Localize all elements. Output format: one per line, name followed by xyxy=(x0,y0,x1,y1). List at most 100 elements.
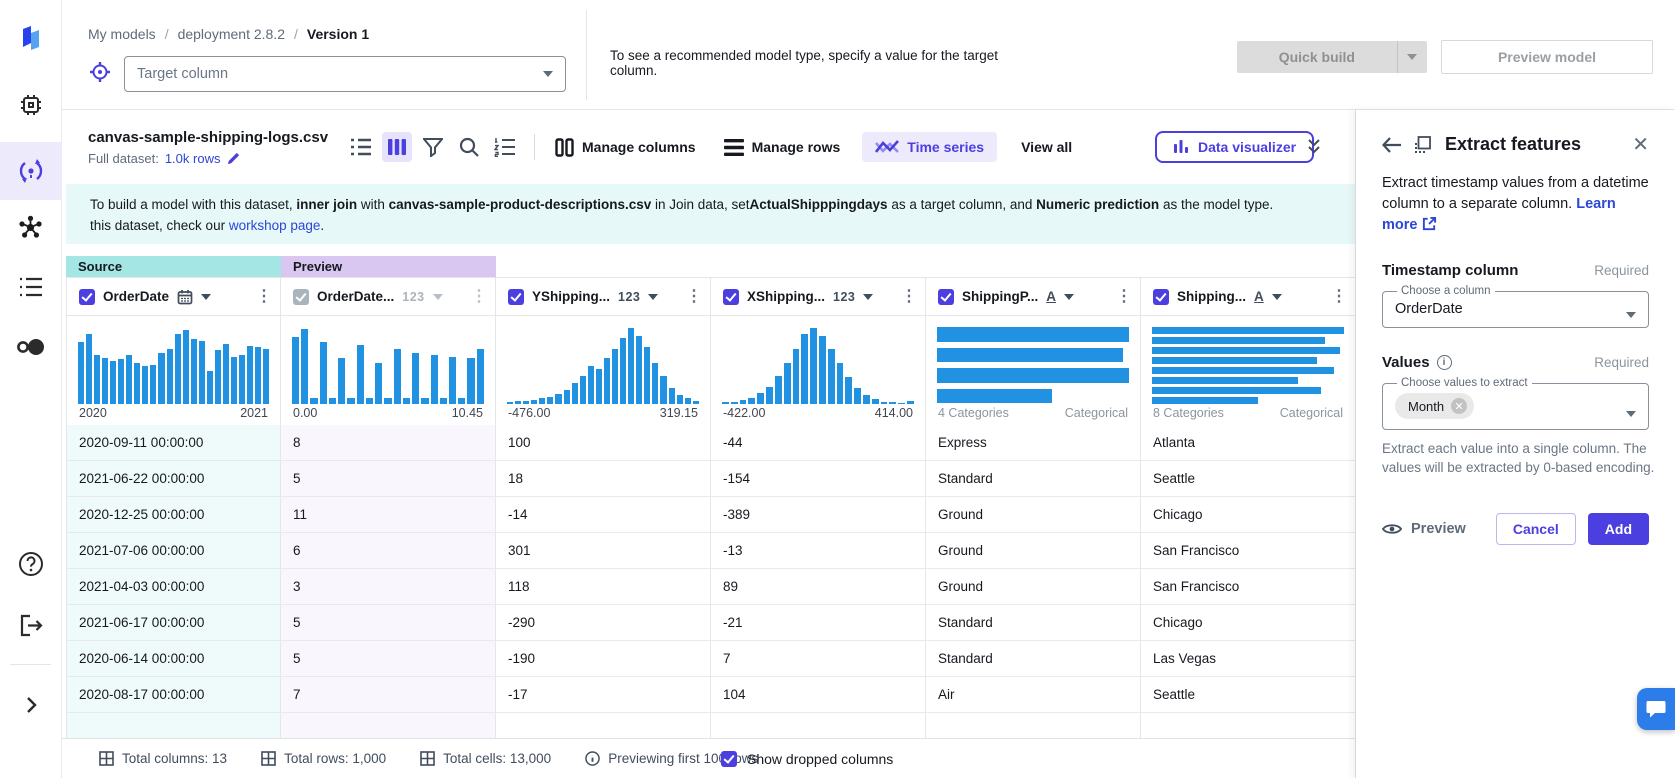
logout-icon[interactable] xyxy=(9,603,53,647)
table-cell: 118 xyxy=(496,569,711,605)
column-menu-icon[interactable]: ⋮ xyxy=(901,289,917,305)
column-checkbox[interactable] xyxy=(723,289,739,305)
show-dropped-columns-toggle[interactable]: Show dropped columns xyxy=(721,751,893,767)
table-cell xyxy=(1141,713,1355,738)
chip-remove-icon[interactable]: ✕ xyxy=(1451,398,1467,414)
add-button[interactable]: Add xyxy=(1588,513,1649,545)
time-series-button[interactable]: Time series xyxy=(862,132,997,162)
list-view-icon[interactable] xyxy=(346,132,376,162)
column-sort-caret[interactable] xyxy=(433,294,443,300)
table-cell: 104 xyxy=(711,677,926,713)
data-visualizer-button[interactable]: Data visualizer xyxy=(1155,131,1314,163)
column-menu-icon[interactable]: ⋮ xyxy=(256,289,272,305)
table-cell: San Francisco xyxy=(1141,533,1355,569)
column-checkbox[interactable] xyxy=(1153,289,1169,305)
table-cell: 301 xyxy=(496,533,711,569)
axis-min-label: 4 Categories xyxy=(938,406,1009,425)
app-root: My models / deployment 2.8.2 / Version 1… xyxy=(0,0,1675,778)
column-checkbox[interactable] xyxy=(293,289,309,305)
column-sort-caret[interactable] xyxy=(863,294,873,300)
column-checkbox[interactable] xyxy=(508,289,524,305)
manage-columns-button[interactable]: Manage columns xyxy=(555,138,696,157)
table-cell: 7 xyxy=(711,641,926,677)
column-menu-icon[interactable]: ⋮ xyxy=(686,289,702,305)
external-link-icon[interactable] xyxy=(1422,216,1437,231)
target-column-select[interactable]: Target column xyxy=(124,56,566,92)
table-cell: 2020-12-25 00:00:00 xyxy=(66,497,281,533)
column-menu-icon[interactable]: ⋮ xyxy=(471,289,487,305)
connections-icon[interactable] xyxy=(9,205,53,249)
processor-icon[interactable] xyxy=(9,83,53,127)
expand-sidebar-icon[interactable] xyxy=(9,683,53,727)
banner-text: ActualShipppingdays xyxy=(750,197,888,212)
column-histogram xyxy=(711,316,926,404)
build-model-icon[interactable] xyxy=(0,142,62,200)
values-multiselect[interactable]: Choose values to extract Month✕ xyxy=(1382,377,1649,430)
grid-view-icon[interactable] xyxy=(382,132,412,162)
grid-icon xyxy=(99,751,114,766)
column-checkbox[interactable] xyxy=(79,289,95,305)
info-icon xyxy=(585,751,600,766)
quick-build-label[interactable]: Quick build xyxy=(1237,41,1397,73)
filter-icon[interactable] xyxy=(418,132,448,162)
selected-value-chips: Month✕ xyxy=(1395,393,1636,419)
top-header: My models / deployment 2.8.2 / Version 1… xyxy=(62,0,1675,110)
table-row-partial xyxy=(66,713,1355,738)
column-menu-icon[interactable]: ⋮ xyxy=(1331,289,1347,305)
breadcrumb-my-models[interactable]: My models xyxy=(88,26,156,42)
preview-model-button[interactable]: Preview model xyxy=(1441,40,1653,74)
axis-min-label: -422.00 xyxy=(723,406,765,425)
preview-toggle[interactable]: Preview xyxy=(1382,521,1466,537)
column-sort-caret[interactable] xyxy=(1272,294,1282,300)
axis-label-row: 202020210.0010.45-476.00319.15-422.00414… xyxy=(66,404,1355,425)
list-icon[interactable] xyxy=(9,265,53,309)
edit-pencil-icon[interactable] xyxy=(226,151,241,166)
column-header-shipping: Shipping...A⋮ xyxy=(1141,277,1355,316)
axis-max-label: Categorical xyxy=(1065,406,1128,425)
show-dropped-checkbox[interactable] xyxy=(721,751,737,767)
table-cell: 6 xyxy=(281,533,496,569)
quick-build-caret[interactable] xyxy=(1397,41,1427,73)
view-all-button[interactable]: View all xyxy=(1021,139,1072,155)
breadcrumb-deployment[interactable]: deployment 2.8.2 xyxy=(178,26,285,42)
column-histogram xyxy=(1141,316,1355,404)
back-arrow-icon[interactable] xyxy=(1382,136,1402,154)
banner-text: Numeric prediction xyxy=(1036,197,1159,212)
axis-max-label: 319.15 xyxy=(660,406,698,425)
axis-labels: 4 Categories Categorical xyxy=(926,404,1141,425)
quick-build-button[interactable]: Quick build xyxy=(1237,41,1427,73)
breadcrumb-separator: / xyxy=(165,26,169,42)
values-info-icon[interactable]: i xyxy=(1437,355,1452,370)
manage-rows-button[interactable]: Manage rows xyxy=(724,139,841,156)
table-row: 2021-04-03 00:00:00311889GroundSan Franc… xyxy=(66,569,1355,605)
app-logo[interactable] xyxy=(9,16,53,60)
rows-count-link[interactable]: 1.0k rows xyxy=(165,151,221,166)
search-icon[interactable] xyxy=(454,132,484,162)
close-icon[interactable]: ✕ xyxy=(1632,135,1649,155)
table-cell: Ground xyxy=(926,533,1141,569)
cancel-button[interactable]: Cancel xyxy=(1496,513,1576,545)
column-sort-caret[interactable] xyxy=(648,294,658,300)
sort-list-icon[interactable] xyxy=(490,132,520,162)
table-rows: 2020-09-11 00:00:008100-44ExpressAtlanta… xyxy=(66,425,1355,738)
column-header-yshipping: YShipping...123⋮ xyxy=(496,277,711,316)
timestamp-column-select[interactable]: Choose a column OrderDate xyxy=(1382,285,1649,328)
circles-icon[interactable] xyxy=(9,325,53,369)
datetime-type-icon xyxy=(177,289,193,305)
chat-widget-button[interactable] xyxy=(1637,688,1675,730)
column-sort-caret[interactable] xyxy=(1064,294,1074,300)
collapse-toolbar-icon[interactable] xyxy=(1306,138,1322,161)
table-cell: -154 xyxy=(711,461,926,497)
panel-title: Extract features xyxy=(1445,134,1620,155)
column-header-orderdate: OrderDate...123⋮ xyxy=(281,277,496,316)
column-checkbox[interactable] xyxy=(938,289,954,305)
workshop-page-link[interactable]: workshop page xyxy=(229,218,321,233)
target-column-placeholder: Target column xyxy=(137,66,228,82)
column-menu-icon[interactable]: ⋮ xyxy=(1116,289,1132,305)
help-icon[interactable] xyxy=(9,542,53,586)
banner-line-2: this dataset, check our workshop page. xyxy=(90,215,1355,236)
axis-labels: 8 CategoriesCategorical xyxy=(1141,404,1355,425)
column-name: ShippingP... xyxy=(962,289,1038,304)
column-sort-caret[interactable] xyxy=(201,294,211,300)
chevron-down-icon xyxy=(1626,411,1636,417)
